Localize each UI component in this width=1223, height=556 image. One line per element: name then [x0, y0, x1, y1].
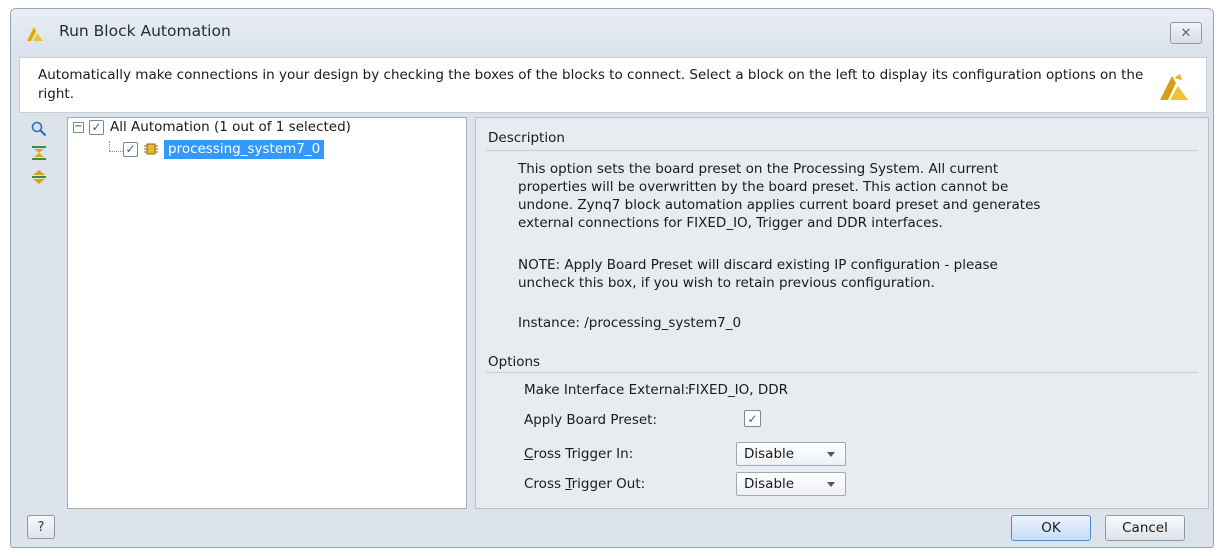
ok-button[interactable]: OK	[1011, 515, 1091, 541]
make-interface-external-label: Make Interface External:	[524, 382, 690, 398]
tree-item-processing-system[interactable]: ✓ processing_system7_0	[123, 139, 325, 159]
label-text: Cross	[524, 476, 566, 492]
expand-all-icon[interactable]	[31, 169, 47, 185]
section-divider	[486, 372, 1198, 373]
cross-trigger-out-select[interactable]: Disable	[736, 472, 846, 496]
instance-text: Instance: /processing_system7_0	[518, 315, 742, 331]
collapse-expander[interactable]: −	[73, 122, 84, 133]
chevron-down-icon	[827, 482, 835, 487]
xilinx-logo-icon	[1160, 74, 1188, 100]
xilinx-logo-icon	[27, 27, 43, 41]
description-line: This option sets the board preset on the…	[518, 161, 999, 177]
cross-trigger-out-label: Cross Trigger Out:	[524, 476, 645, 492]
tree-item-label: All Automation (1 out of 1 selected)	[110, 119, 351, 135]
chevron-down-icon	[827, 452, 835, 457]
cross-trigger-in-label: Cross Trigger In:	[524, 446, 633, 462]
run-block-automation-dialog: Run Block Automation ✕ Automatically mak…	[10, 8, 1214, 548]
info-banner: Automatically make connections in your d…	[19, 57, 1207, 113]
description-text: This option sets the board preset on the…	[518, 160, 1178, 232]
description-header: Description	[488, 130, 565, 146]
select-value: Disable	[744, 476, 795, 492]
cross-trigger-in-select[interactable]: Disable	[736, 442, 846, 466]
make-interface-external-value: FIXED_IO, DDR	[688, 382, 789, 398]
close-icon: ✕	[1180, 25, 1192, 41]
description-line: properties will be overwritten by the bo…	[518, 179, 1009, 195]
all-automation-checkbox[interactable]: ✓	[89, 119, 104, 135]
ip-block-icon	[144, 143, 158, 155]
cancel-button[interactable]: Cancel	[1105, 515, 1185, 541]
collapse-all-icon[interactable]	[31, 145, 47, 161]
tree-connector	[109, 141, 110, 151]
note-text: NOTE: Apply Board Preset will discard ex…	[518, 256, 1178, 292]
note-line: NOTE: Apply Board Preset will discard ex…	[518, 257, 998, 273]
search-icon[interactable]	[31, 121, 47, 137]
label-text: ross Trigger In:	[533, 446, 634, 462]
title-bar: Run Block Automation ✕	[11, 9, 1213, 57]
tree-item-all-automation[interactable]: ✓ All Automation (1 out of 1 selected)	[89, 117, 351, 137]
apply-board-preset-checkbox[interactable]: ✓	[744, 410, 761, 427]
description-line: external connections for FIXED_IO, Trigg…	[518, 215, 943, 231]
configuration-panel: Description This option sets the board p…	[475, 117, 1209, 509]
close-button[interactable]: ✕	[1170, 22, 1202, 44]
window-title: Run Block Automation	[59, 22, 231, 40]
help-button[interactable]: ?	[27, 515, 55, 539]
label-text: rigger Out:	[571, 476, 646, 492]
tree-toolbar	[29, 119, 51, 199]
tree-item-label: processing_system7_0	[164, 139, 325, 159]
tree-connector	[109, 151, 123, 152]
banner-text: Automatically make connections in your d…	[38, 67, 1144, 102]
automation-tree	[67, 117, 467, 509]
options-header: Options	[488, 354, 541, 370]
apply-board-preset-label: Apply Board Preset:	[524, 412, 658, 428]
select-value: Disable	[744, 446, 795, 462]
processing-system-checkbox[interactable]: ✓	[123, 141, 138, 157]
description-line: undone. Zynq7 block automation applies c…	[518, 197, 1041, 213]
note-line: uncheck this box, if you wish to retain …	[518, 275, 935, 291]
section-divider	[486, 150, 1198, 151]
